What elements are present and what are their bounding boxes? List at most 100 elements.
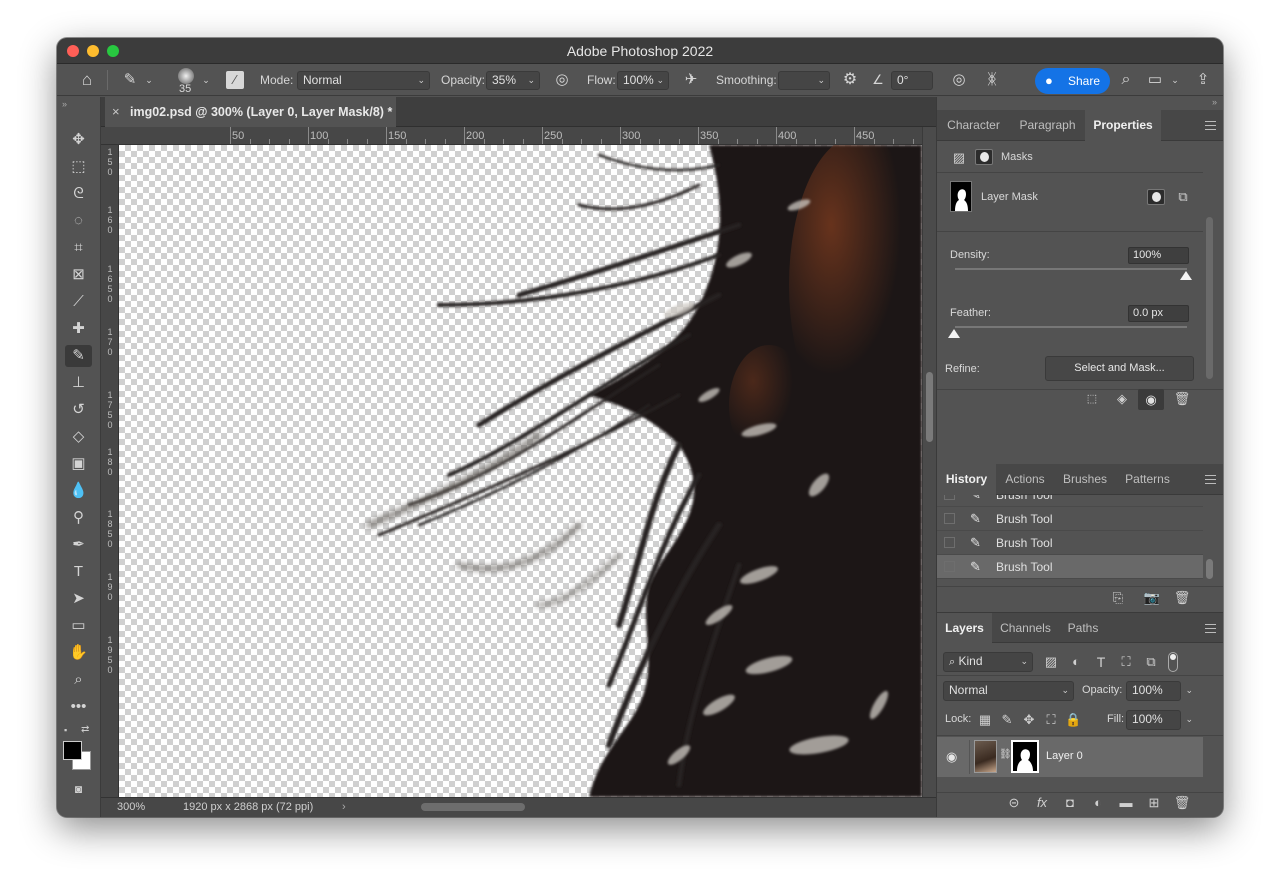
layer-thumbnail[interactable] bbox=[974, 740, 997, 773]
trash-icon[interactable]: 🗑 bbox=[1173, 390, 1191, 408]
move-tool-icon[interactable]: ✥ bbox=[65, 129, 92, 151]
density-field[interactable]: 100% bbox=[1128, 247, 1189, 264]
select-mask-icon[interactable] bbox=[1147, 189, 1165, 205]
trash-icon[interactable]: 🗑 bbox=[1173, 589, 1191, 607]
fx-icon[interactable]: fx bbox=[1033, 794, 1051, 812]
layer-opacity-field[interactable]: 100% ⌄ bbox=[1126, 681, 1193, 701]
close-tab-icon[interactable]: × bbox=[112, 97, 120, 127]
history-item[interactable]: ✎ Brush Tool bbox=[937, 531, 1203, 555]
brush-settings-icon[interactable]: ⁄ bbox=[226, 71, 244, 89]
filter-adjustment-icon[interactable]: ◐ bbox=[1067, 653, 1085, 671]
canvas-area[interactable] bbox=[119, 145, 922, 797]
filter-smart-object-icon[interactable]: ⧉ bbox=[1142, 653, 1160, 671]
dodge-tool-icon[interactable]: ⚲ bbox=[65, 507, 92, 529]
camera-icon[interactable]: 📷 bbox=[1143, 589, 1161, 607]
eye-icon[interactable]: ◉ bbox=[946, 749, 957, 765]
mode-dropdown[interactable]: Normal ⌄ bbox=[297, 71, 430, 90]
chevron-down-icon[interactable]: ⌄ bbox=[1185, 682, 1193, 699]
layer-mask-thumbnail[interactable] bbox=[1011, 740, 1039, 773]
brush-preset-icon[interactable]: ✎ bbox=[119, 70, 141, 90]
filter-type-icon[interactable]: T bbox=[1092, 653, 1110, 671]
healing-brush-tool-icon[interactable]: ✚ bbox=[65, 318, 92, 340]
filter-pixel-icon[interactable]: ▨ bbox=[1042, 653, 1060, 671]
layer-row[interactable]: ◉ ⛓ Layer 0 bbox=[937, 737, 1203, 777]
pressure-size-icon[interactable]: ◎ bbox=[948, 70, 970, 90]
vertical-scrollbar[interactable] bbox=[922, 127, 936, 797]
properties-scrollbar[interactable] bbox=[1206, 217, 1213, 379]
density-slider-thumb[interactable] bbox=[1180, 271, 1192, 280]
frame-tool-icon[interactable]: ⊠ bbox=[65, 264, 92, 286]
lock-image-icon[interactable]: ✎ bbox=[999, 711, 1015, 729]
panel-menu-icon[interactable] bbox=[1205, 121, 1216, 130]
share-button[interactable]: ● Share bbox=[1035, 68, 1110, 94]
document-canvas[interactable] bbox=[119, 145, 922, 797]
horizontal-scrollbar-thumb[interactable] bbox=[421, 803, 525, 811]
share-export-icon[interactable]: ⇪ bbox=[1193, 70, 1213, 90]
eye-icon[interactable]: ◉ bbox=[1138, 389, 1164, 410]
pen-tool-icon[interactable]: ✒ bbox=[65, 534, 92, 556]
zoom-window-button[interactable] bbox=[107, 45, 119, 57]
zoom-level[interactable]: 300% bbox=[117, 798, 145, 817]
add-mask-icon[interactable]: ◘ bbox=[1061, 794, 1079, 812]
lock-position-icon[interactable]: ✥ bbox=[1021, 711, 1037, 729]
layer-filter-dropdown[interactable]: ⌕ Kind ⌄ bbox=[943, 652, 1033, 672]
new-layer-icon[interactable]: ⊞ bbox=[1145, 794, 1163, 812]
search-icon[interactable]: ⌕ bbox=[1116, 70, 1136, 90]
path-selection-tool-icon[interactable]: ➤ bbox=[65, 588, 92, 610]
history-brush-tool-icon[interactable]: ↺ bbox=[65, 399, 92, 421]
brush-tool-icon[interactable]: ✎ bbox=[65, 345, 92, 367]
foreground-color-swatch[interactable] bbox=[63, 741, 82, 760]
airbrush-icon[interactable]: ✈ bbox=[680, 70, 702, 90]
blur-tool-icon[interactable]: 💧 bbox=[65, 480, 92, 502]
collapse-icon[interactable]: » bbox=[62, 99, 67, 109]
history-item-selected[interactable]: ✎ Brush Tool bbox=[937, 555, 1203, 579]
symmetry-icon[interactable]: ᛤ bbox=[981, 70, 1003, 90]
flow-field[interactable]: 100% ⌄ bbox=[617, 71, 669, 90]
hand-tool-icon[interactable]: ✋ bbox=[65, 642, 92, 664]
scrollbar-thumb[interactable] bbox=[926, 372, 933, 442]
tab-properties[interactable]: Properties bbox=[1085, 110, 1161, 141]
apply-mask-icon[interactable]: ◈ bbox=[1113, 390, 1131, 408]
mask-thumbnail[interactable] bbox=[950, 181, 972, 212]
eyedropper-tool-icon[interactable]: ⟋ bbox=[65, 291, 92, 313]
tab-paragraph[interactable]: Paragraph bbox=[1010, 110, 1085, 141]
tab-paths[interactable]: Paths bbox=[1059, 613, 1107, 644]
smoothing-field[interactable]: ⌄ bbox=[778, 71, 830, 90]
tab-character[interactable]: Character bbox=[937, 110, 1010, 141]
new-document-from-state-icon[interactable]: ⎘ bbox=[1109, 589, 1127, 607]
tab-brushes[interactable]: Brushes bbox=[1054, 464, 1116, 495]
layer-name[interactable]: Layer 0 bbox=[1046, 750, 1083, 762]
chevron-down-icon[interactable]: ⌄ bbox=[1185, 711, 1193, 728]
load-selection-icon[interactable]: ⬚ bbox=[1083, 390, 1101, 408]
eraser-tool-icon[interactable]: ◇ bbox=[65, 426, 92, 448]
fill-field[interactable]: 100% ⌄ bbox=[1126, 710, 1193, 730]
more-tools-icon[interactable]: ••• bbox=[65, 696, 92, 718]
history-item[interactable]: ✎ Brush Tool bbox=[937, 495, 1203, 507]
layer-mask-icon[interactable] bbox=[975, 149, 993, 165]
brush-tip-icon[interactable] bbox=[178, 68, 194, 84]
chevron-right-icon[interactable]: › bbox=[342, 798, 346, 817]
marquee-tool-icon[interactable]: ⬚ bbox=[65, 156, 92, 178]
history-scrollbar[interactable] bbox=[1206, 559, 1213, 579]
quick-mask-icon[interactable]: ◙ bbox=[65, 778, 92, 800]
collapse-panels-icon[interactable]: » bbox=[1212, 97, 1217, 107]
quick-selection-tool-icon[interactable]: ◌ bbox=[65, 210, 92, 232]
feather-field[interactable]: 0.0 px bbox=[1128, 305, 1189, 322]
filter-shape-icon[interactable]: ⛶ bbox=[1117, 653, 1135, 671]
zoom-tool-icon[interactable]: ⌕ bbox=[65, 669, 92, 691]
default-colors-icon[interactable]: ▪ bbox=[64, 725, 67, 735]
density-slider[interactable] bbox=[955, 268, 1187, 270]
lasso-tool-icon[interactable]: ᘓ bbox=[65, 183, 92, 205]
folder-icon[interactable]: ▬ bbox=[1117, 794, 1135, 812]
panel-menu-icon[interactable] bbox=[1205, 624, 1216, 633]
gradient-tool-icon[interactable]: ▣ bbox=[65, 453, 92, 475]
tab-layers[interactable]: Layers bbox=[937, 613, 992, 644]
chevron-down-icon[interactable]: ⌄ bbox=[143, 70, 155, 90]
pressure-opacity-icon[interactable]: ◎ bbox=[551, 70, 573, 90]
lock-all-icon[interactable]: 🔒 bbox=[1065, 711, 1081, 729]
clone-stamp-tool-icon[interactable]: ⊥ bbox=[65, 372, 92, 394]
tab-actions[interactable]: Actions bbox=[996, 464, 1054, 495]
tab-history[interactable]: History bbox=[937, 464, 996, 495]
lock-transparent-icon[interactable]: ▦ bbox=[977, 711, 993, 729]
home-icon[interactable]: ⌂ bbox=[77, 70, 97, 90]
